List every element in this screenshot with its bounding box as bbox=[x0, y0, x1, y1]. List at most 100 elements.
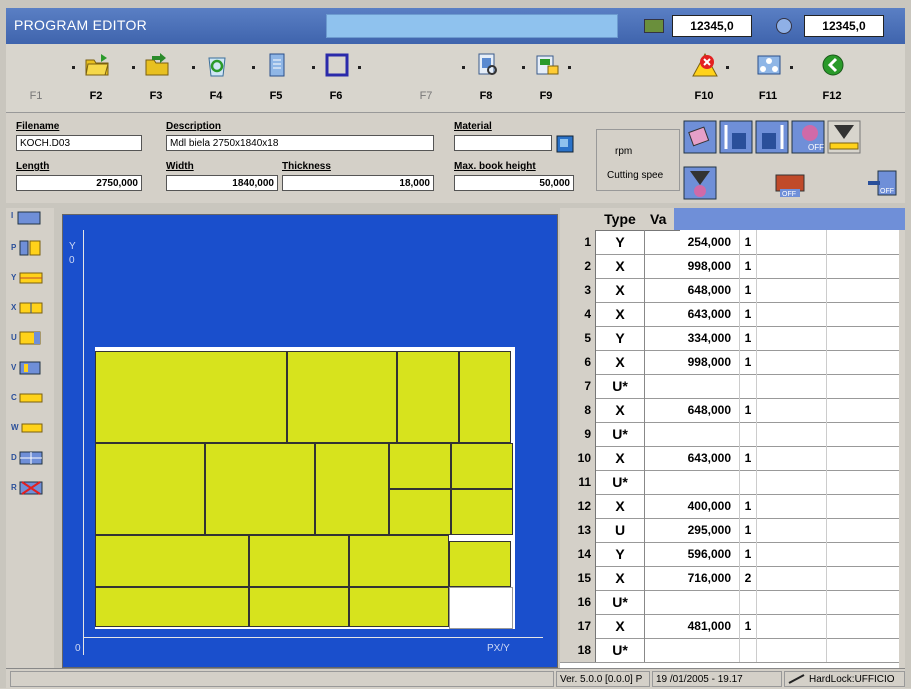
row-empty-cell bbox=[826, 350, 901, 374]
c-cut-icon[interactable]: C bbox=[10, 388, 44, 408]
cut-piece[interactable] bbox=[449, 541, 511, 587]
table-row[interactable]: 14 Y 596,000 1 bbox=[560, 542, 905, 567]
table-row[interactable]: 11 U* bbox=[560, 470, 905, 495]
type-column-header[interactable]: Type bbox=[596, 208, 645, 231]
w-cut-icon[interactable]: W bbox=[10, 418, 44, 438]
length-field[interactable]: 2750,000 bbox=[16, 175, 142, 191]
table-row[interactable]: 17 X 481,000 1 bbox=[560, 614, 905, 639]
table-off-icon[interactable]: OFF bbox=[772, 165, 808, 201]
row-type: Y bbox=[596, 230, 645, 254]
cut-piece[interactable] bbox=[451, 443, 513, 489]
f7-button[interactable]: F7 bbox=[396, 44, 456, 112]
program-info-panel: Filename KOCH.D03 Description Mdl biela … bbox=[6, 113, 905, 203]
cut-piece[interactable] bbox=[397, 351, 459, 443]
f2-button[interactable]: F2 bbox=[66, 44, 126, 112]
cut-piece[interactable] bbox=[451, 489, 513, 535]
cut-piece[interactable] bbox=[287, 351, 397, 443]
x-cut-icon[interactable]: X bbox=[10, 298, 44, 318]
f6-button[interactable]: F6 bbox=[306, 44, 366, 112]
left-tool-bar: I P Y X U V C W D R bbox=[6, 208, 54, 668]
f10-button[interactable]: F10 bbox=[674, 44, 734, 112]
f7-label: F7 bbox=[419, 90, 433, 102]
clamp-off-icon[interactable]: OFF bbox=[864, 165, 900, 201]
width-label: Width bbox=[166, 161, 194, 172]
table-row[interactable]: 3 X 648,000 1 bbox=[560, 278, 905, 303]
thickness-field[interactable]: 18,000 bbox=[282, 175, 434, 191]
description-field[interactable]: Mdl biela 2750x1840x18 bbox=[166, 135, 434, 151]
f9-button[interactable]: F9 bbox=[516, 44, 576, 112]
row-quantity bbox=[740, 590, 756, 614]
cut-piece[interactable] bbox=[95, 351, 287, 443]
cut-piece[interactable] bbox=[95, 443, 205, 535]
row-type: X bbox=[596, 302, 645, 326]
table-row[interactable]: 16 U* bbox=[560, 590, 905, 615]
separator-dot bbox=[252, 66, 255, 69]
panel-icon[interactable]: I bbox=[10, 208, 44, 228]
table-row[interactable]: 9 U* bbox=[560, 422, 905, 447]
cut-piece[interactable] bbox=[205, 443, 315, 535]
f3-button[interactable]: F3 bbox=[126, 44, 186, 112]
row-quantity: 1 bbox=[744, 235, 752, 249]
table-row[interactable]: 13 U 295,000 1 bbox=[560, 518, 905, 543]
table-row[interactable]: 12 X 400,000 1 bbox=[560, 494, 905, 519]
table-row[interactable]: 5 Y 334,000 1 bbox=[560, 326, 905, 351]
f11-button[interactable]: F11 bbox=[738, 44, 798, 112]
table-row[interactable]: 10 X 643,000 1 bbox=[560, 446, 905, 471]
row-value: 998,000 bbox=[644, 350, 740, 374]
cut-piece[interactable] bbox=[349, 535, 449, 587]
table-row[interactable]: 6 X 998,000 1 bbox=[560, 350, 905, 375]
cut-piece[interactable] bbox=[389, 443, 451, 489]
table-row[interactable]: 7 U* bbox=[560, 374, 905, 399]
table-row[interactable]: 1 Y 254,000 1 bbox=[560, 230, 905, 255]
blade-down-icon[interactable] bbox=[826, 119, 862, 155]
table-row[interactable]: 2 X 998,000 1 bbox=[560, 254, 905, 279]
saw-left-icon[interactable] bbox=[718, 119, 754, 155]
u-cut-icon[interactable]: U bbox=[10, 328, 44, 348]
cut-piece[interactable] bbox=[95, 535, 249, 587]
r-delete-icon[interactable]: R bbox=[10, 478, 44, 498]
f4-button[interactable]: F4 bbox=[186, 44, 246, 112]
blade-tilt-icon[interactable] bbox=[682, 165, 718, 201]
pusher-off-text: OFF bbox=[808, 143, 824, 152]
row-value bbox=[644, 422, 740, 446]
f11-label: F11 bbox=[758, 90, 778, 102]
cut-piece[interactable] bbox=[459, 351, 511, 443]
cut-piece[interactable] bbox=[349, 587, 449, 627]
cut-piece[interactable] bbox=[95, 587, 249, 627]
row-number: 15 bbox=[560, 566, 596, 590]
row-value: 481,000 bbox=[644, 614, 740, 638]
vertical-scrollbar[interactable] bbox=[899, 230, 905, 668]
cut-list-table[interactable]: Type Va 1 Y 254,000 1 2 X 998,000 1 3 X 648,000 1 4 X… bbox=[560, 208, 905, 668]
disc-icon bbox=[776, 18, 792, 34]
material-field[interactable] bbox=[454, 135, 552, 151]
table-row[interactable]: 15 X 716,000 2 bbox=[560, 566, 905, 591]
filename-field[interactable]: KOCH.D03 bbox=[16, 135, 142, 151]
pusher-off-icon[interactable]: OFF bbox=[790, 119, 826, 155]
f1-button[interactable]: F1 bbox=[6, 44, 66, 112]
d-cut-icon[interactable]: D bbox=[10, 448, 44, 468]
cut-piece[interactable] bbox=[389, 489, 451, 535]
cut-piece[interactable] bbox=[249, 535, 349, 587]
warning-icon bbox=[692, 52, 718, 77]
program-icon[interactable]: P bbox=[10, 238, 44, 258]
y-cut-icon[interactable]: Y bbox=[10, 268, 44, 288]
f12-button[interactable]: F12 bbox=[802, 44, 862, 112]
material-browse-icon[interactable] bbox=[556, 135, 574, 153]
table-row[interactable]: 4 X 643,000 1 bbox=[560, 302, 905, 327]
row-value: 400,000 bbox=[644, 494, 740, 518]
row-value: 254,000 bbox=[644, 230, 740, 254]
saw-right-icon[interactable] bbox=[754, 119, 790, 155]
cutting-layout-canvas[interactable]: Y 0 0 PX/Y bbox=[62, 214, 558, 668]
row-type: Y bbox=[596, 542, 645, 566]
table-row[interactable]: 18 U* bbox=[560, 638, 905, 663]
f5-button[interactable]: F5 bbox=[246, 44, 306, 112]
cut-piece[interactable] bbox=[315, 443, 389, 535]
rotate-panel-icon[interactable] bbox=[682, 119, 718, 155]
table-row[interactable]: 8 X 648,000 1 bbox=[560, 398, 905, 423]
f8-button[interactable]: F8 bbox=[456, 44, 516, 112]
cut-piece[interactable] bbox=[249, 587, 349, 627]
max-book-height-field[interactable]: 50,000 bbox=[454, 175, 574, 191]
table-off-text: OFF bbox=[782, 191, 796, 198]
v-cut-icon[interactable]: V bbox=[10, 358, 44, 378]
width-field[interactable]: 1840,000 bbox=[166, 175, 278, 191]
